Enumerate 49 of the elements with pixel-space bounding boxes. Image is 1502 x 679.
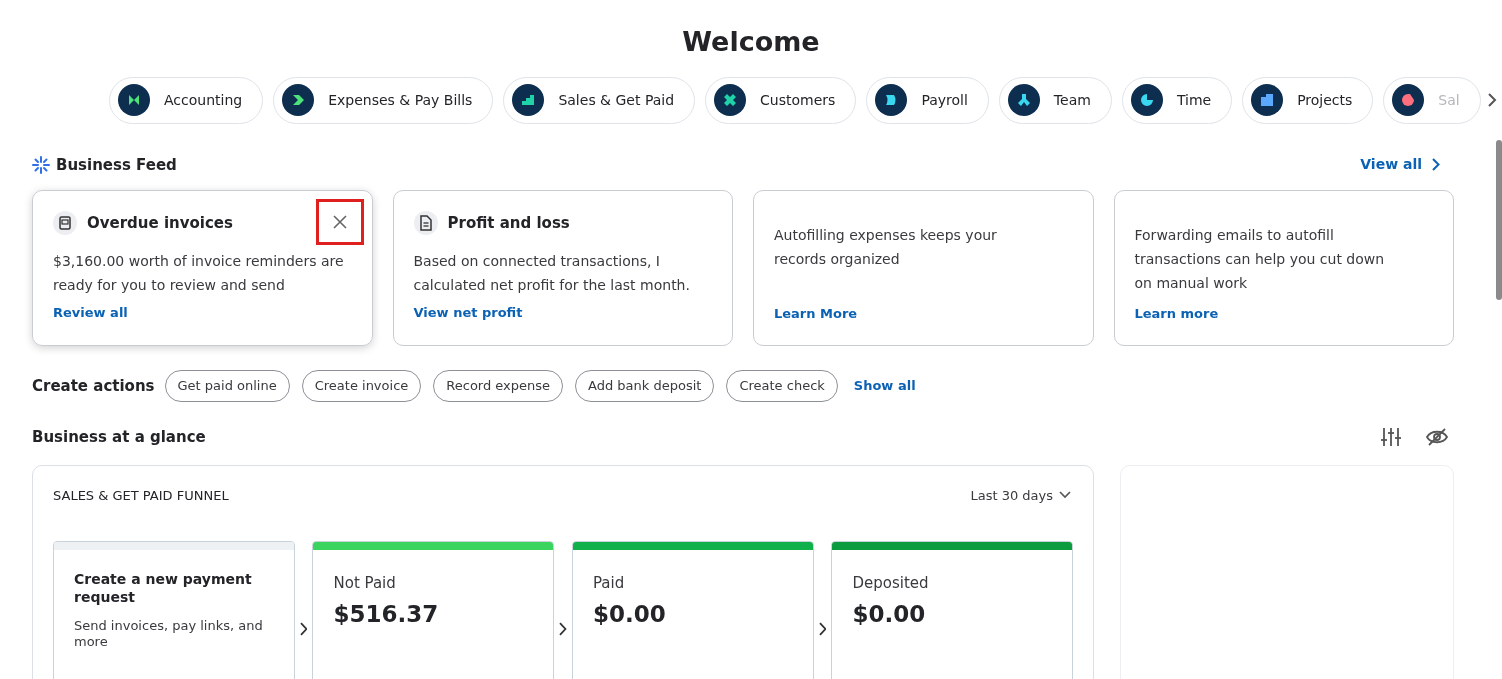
period-dropdown[interactable]: Last 30 days [970, 485, 1071, 505]
page-title: Welcome [682, 25, 820, 59]
section-title: Business at a glance [32, 427, 206, 448]
chevron-right-icon [299, 622, 308, 636]
section-label: Create actions [32, 375, 155, 397]
app-icon [714, 84, 747, 116]
card-link[interactable]: Learn more [1134, 303, 1219, 323]
funnel-card[interactable]: Create a new payment request Send invoices, pay links, and more [53, 541, 295, 679]
stage-label: Deposited [851, 573, 930, 594]
card-title: Overdue invoices [87, 212, 233, 234]
card-link[interactable]: Learn More [774, 303, 858, 323]
hide-eye-icon[interactable] [1426, 428, 1448, 447]
app-icon [282, 84, 315, 116]
card-text: Send invoices, pay links, and more [73, 618, 264, 650]
show-all-link[interactable]: Show all [853, 376, 916, 396]
card-link[interactable]: Review all [53, 303, 128, 323]
invoice-icon [53, 211, 77, 235]
stage-label: Not Paid [332, 573, 397, 594]
app-icon [1007, 84, 1040, 116]
card-link[interactable]: View net profit [413, 303, 523, 323]
app-icon [1130, 84, 1163, 116]
stage-label: Paid [591, 573, 626, 594]
settings-sliders-icon[interactable] [1380, 427, 1402, 448]
card-text: Based on connected transactions, I calculated net profit for the last month. [413, 252, 691, 295]
stage-amount: $0.00 [851, 599, 927, 629]
stage-amount: $516.37 [332, 599, 440, 629]
card-title: Profit and loss [447, 212, 570, 234]
app-icon [118, 84, 150, 116]
chevron-right-icon[interactable] [1486, 92, 1497, 108]
caret-down-icon [1059, 491, 1071, 500]
chevron-right-icon [818, 622, 827, 636]
stage-amount: $0.00 [591, 599, 667, 629]
document-icon [413, 211, 438, 235]
section-title: Business Feed [56, 154, 177, 176]
close-icon [332, 215, 347, 229]
card-text: Autofilling expenses keeps your records organized [774, 226, 998, 269]
app-icon [1392, 84, 1425, 116]
chevron-right-icon [559, 622, 567, 636]
card-title: Create a new payment request [73, 570, 253, 606]
app-icon [875, 84, 908, 116]
view-all-link[interactable]: View all [1360, 154, 1440, 176]
card-text: Forwarding emails to autofill transactions can help you cut down on manual work [1134, 226, 1386, 293]
card-text: $3,160.00 worth of invoice reminders are ready for you to review and send [53, 252, 345, 295]
sparkle-icon [32, 155, 50, 174]
close-button[interactable] [315, 199, 364, 245]
app-icon [512, 84, 545, 116]
chevron-right-icon[interactable] [1432, 158, 1440, 172]
panel-title: SALES & GET PAID FUNNEL [53, 486, 229, 505]
app-icon [1251, 84, 1284, 116]
